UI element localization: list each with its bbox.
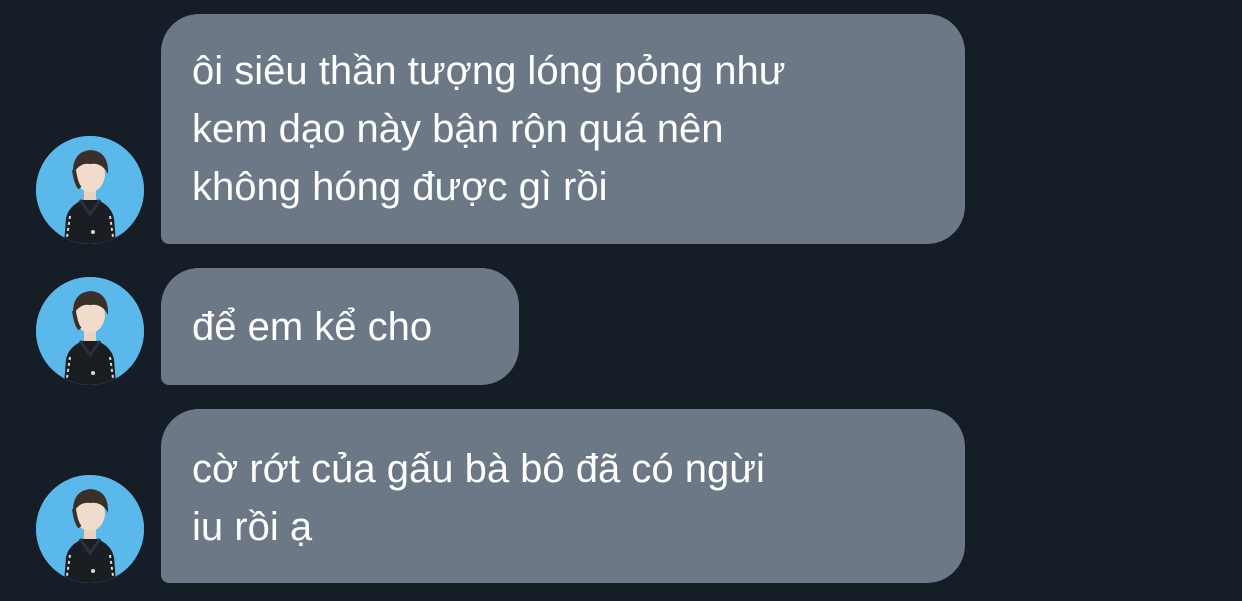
profile-photo-avatar: [36, 136, 144, 244]
profile-photo-avatar: [36, 475, 144, 583]
profile-photo-avatar: [36, 277, 144, 385]
message-line: không hóng được gì rồi: [192, 165, 608, 209]
chat-thread: ôi siêu thần tượng lóng pỏng như kem dạo…: [0, 0, 1242, 601]
sender-avatar[interactable]: [36, 136, 144, 244]
message-line: ôi siêu thần tượng lóng pỏng như: [192, 49, 786, 93]
message-bubble[interactable]: ôi siêu thần tượng lóng pỏng như kem dạo…: [161, 14, 965, 244]
message-line: để em kể cho: [192, 305, 433, 349]
sender-avatar[interactable]: [36, 475, 144, 583]
sender-avatar[interactable]: [36, 277, 144, 385]
message-line: iu rồi ạ: [192, 505, 313, 549]
message-bubble[interactable]: cờ rớt của gấu bà bô đã có ngừi iu rồi ạ: [161, 409, 965, 583]
message-line: cờ rớt của gấu bà bô đã có ngừi: [192, 447, 765, 491]
message-bubble[interactable]: để em kể cho: [161, 268, 519, 385]
message-line: kem dạo này bận rộn quá nên: [192, 107, 724, 151]
